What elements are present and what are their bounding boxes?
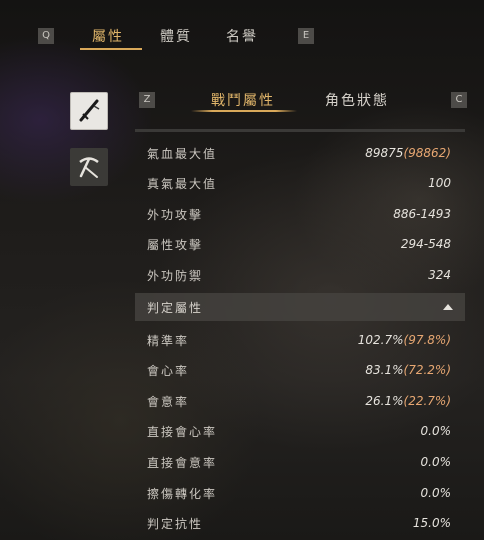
stat-bonus: (98862)	[403, 146, 451, 160]
active-tab-underline	[80, 48, 142, 50]
sword-icon	[79, 99, 100, 122]
tab-character-status[interactable]: 角色狀態	[325, 90, 389, 110]
stat-value: 324	[428, 268, 451, 282]
stat-value: 100	[428, 176, 451, 190]
pickaxe-icon	[79, 157, 99, 178]
prev-tab-key[interactable]: Q	[38, 28, 54, 44]
stat-value: 83.1%(72.2%)	[365, 363, 451, 377]
stat-row-max-health: 氣血最大值 89875(98862)	[135, 138, 465, 168]
stat-row-element-attack: 屬性攻擊 294-548	[135, 229, 465, 259]
divider	[135, 129, 465, 132]
attribute-panel: Z 戰鬥屬性 角色狀態 C 氣血最大值 89875(98862) 真氣最大值 1…	[135, 86, 467, 540]
stat-value: 26.1%(22.7%)	[365, 394, 451, 408]
stat-row-max-qi: 真氣最大值 100	[135, 168, 465, 198]
stat-label: 會意率	[147, 394, 190, 409]
stat-label: 外功攻擊	[147, 207, 204, 222]
stat-label: 外功防禦	[147, 268, 204, 283]
stat-label: 會心率	[147, 363, 190, 378]
stat-value: 0.0%	[420, 424, 452, 438]
tab-combat-attributes[interactable]: 戰鬥屬性	[211, 90, 275, 110]
stat-value: 0.0%	[420, 486, 452, 500]
stat-value: 886-1493	[393, 207, 451, 221]
stat-value: 15.0%	[412, 516, 451, 530]
stat-label: 屬性攻擊	[147, 237, 204, 252]
tab-constitution[interactable]: 體質	[160, 26, 192, 46]
stat-bonus: (72.2%)	[403, 363, 451, 377]
stat-label: 擦傷轉化率	[147, 486, 218, 501]
stat-row-accuracy: 精準率 102.7%(97.8%)	[135, 325, 465, 355]
sidebar-item-combat[interactable]	[70, 92, 108, 130]
active-subtab-underline	[191, 110, 297, 112]
stat-label: 直接會意率	[147, 455, 218, 470]
stat-row-external-attack: 外功攻擊 886-1493	[135, 199, 465, 229]
judge-attributes-header[interactable]: 判定屬性	[135, 293, 465, 321]
stat-label: 精準率	[147, 333, 190, 348]
stat-bonus: (22.7%)	[403, 394, 451, 408]
stat-value: 89875(98862)	[365, 146, 451, 160]
stat-label: 直接會心率	[147, 424, 218, 439]
stat-label: 判定抗性	[147, 516, 204, 531]
stat-label: 真氣最大值	[147, 176, 218, 191]
stat-label: 氣血最大值	[147, 146, 218, 161]
section-title: 判定屬性	[147, 300, 204, 315]
tab-attributes[interactable]: 屬性	[92, 26, 124, 46]
tab-reputation[interactable]: 名譽	[226, 26, 258, 46]
stat-row-crit-rate: 會心率 83.1%(72.2%)	[135, 355, 465, 385]
stat-value: 294-548	[400, 237, 451, 251]
stat-row-intent-rate: 會意率 26.1%(22.7%)	[135, 386, 465, 416]
next-subtab-key[interactable]: C	[451, 92, 467, 108]
top-bar: Q 屬性 體質 名譽 E	[0, 0, 484, 70]
next-tab-key[interactable]: E	[298, 28, 314, 44]
sidebar-item-gathering[interactable]	[70, 148, 108, 186]
collapse-caret-icon[interactable]	[443, 304, 453, 310]
stat-value: 102.7%(97.8%)	[357, 333, 451, 347]
stat-row-judge-resistance: 判定抗性 15.0%	[135, 508, 465, 538]
prev-subtab-key[interactable]: Z	[139, 92, 155, 108]
stat-bonus: (97.8%)	[403, 333, 451, 347]
stat-row-direct-intent-rate: 直接會意率 0.0%	[135, 447, 465, 477]
stat-row-external-defense: 外功防禦 324	[135, 260, 465, 290]
stat-value: 0.0%	[420, 455, 452, 469]
stat-row-graze-conversion: 擦傷轉化率 0.0%	[135, 478, 465, 508]
stat-row-direct-crit-rate: 直接會心率 0.0%	[135, 416, 465, 446]
